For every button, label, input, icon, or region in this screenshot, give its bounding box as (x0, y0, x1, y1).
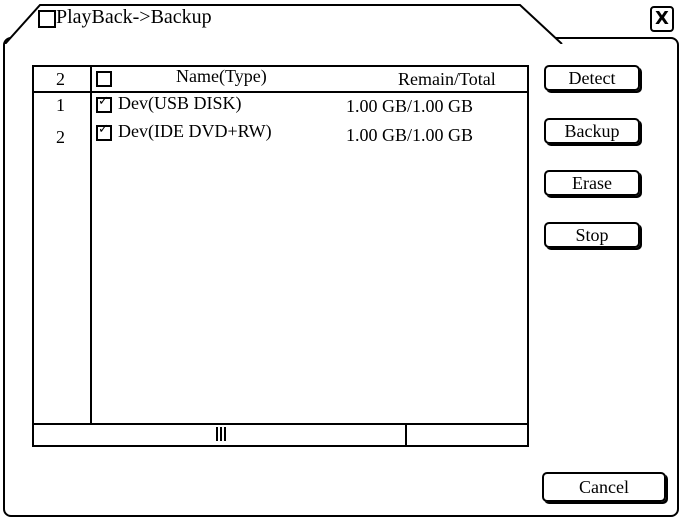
row-remain-total: 1.00 GB/1.00 GB (346, 125, 474, 145)
window-title: PlayBack->Backup (56, 6, 212, 28)
column-divider (90, 67, 92, 423)
backup-button[interactable]: Backup (544, 118, 640, 144)
list-count: 2 (56, 69, 65, 89)
close-button[interactable]: X (650, 6, 674, 32)
select-all-checkbox[interactable] (96, 71, 112, 87)
row-checkbox[interactable] (96, 122, 112, 141)
row-index: 1 (56, 95, 65, 115)
header-divider (34, 91, 527, 93)
close-icon: X (655, 8, 669, 29)
stop-button[interactable]: Stop (544, 222, 640, 248)
device-list: 2 Name(Type) Remain/Total 1 Dev(USB DISK… (32, 65, 529, 447)
detect-button[interactable]: Detect (544, 65, 640, 91)
scrollbar-thumb[interactable] (216, 427, 226, 441)
title-square-icon (38, 10, 56, 28)
horizontal-scrollbar[interactable] (34, 423, 527, 425)
scrollbar-divider (405, 423, 407, 445)
row-device-name: Dev(USB DISK) (118, 93, 242, 113)
row-checkbox[interactable] (96, 94, 112, 113)
row-index: 2 (56, 127, 65, 147)
row-device-name: Dev(IDE DVD+RW) (118, 121, 272, 141)
erase-button[interactable]: Erase (544, 170, 640, 196)
row-remain-total: 1.00 GB/1.00 GB (346, 96, 474, 116)
column-header-name: Name(Type) (176, 66, 267, 86)
column-header-remain: Remain/Total (398, 69, 496, 89)
cancel-button[interactable]: Cancel (542, 472, 666, 502)
